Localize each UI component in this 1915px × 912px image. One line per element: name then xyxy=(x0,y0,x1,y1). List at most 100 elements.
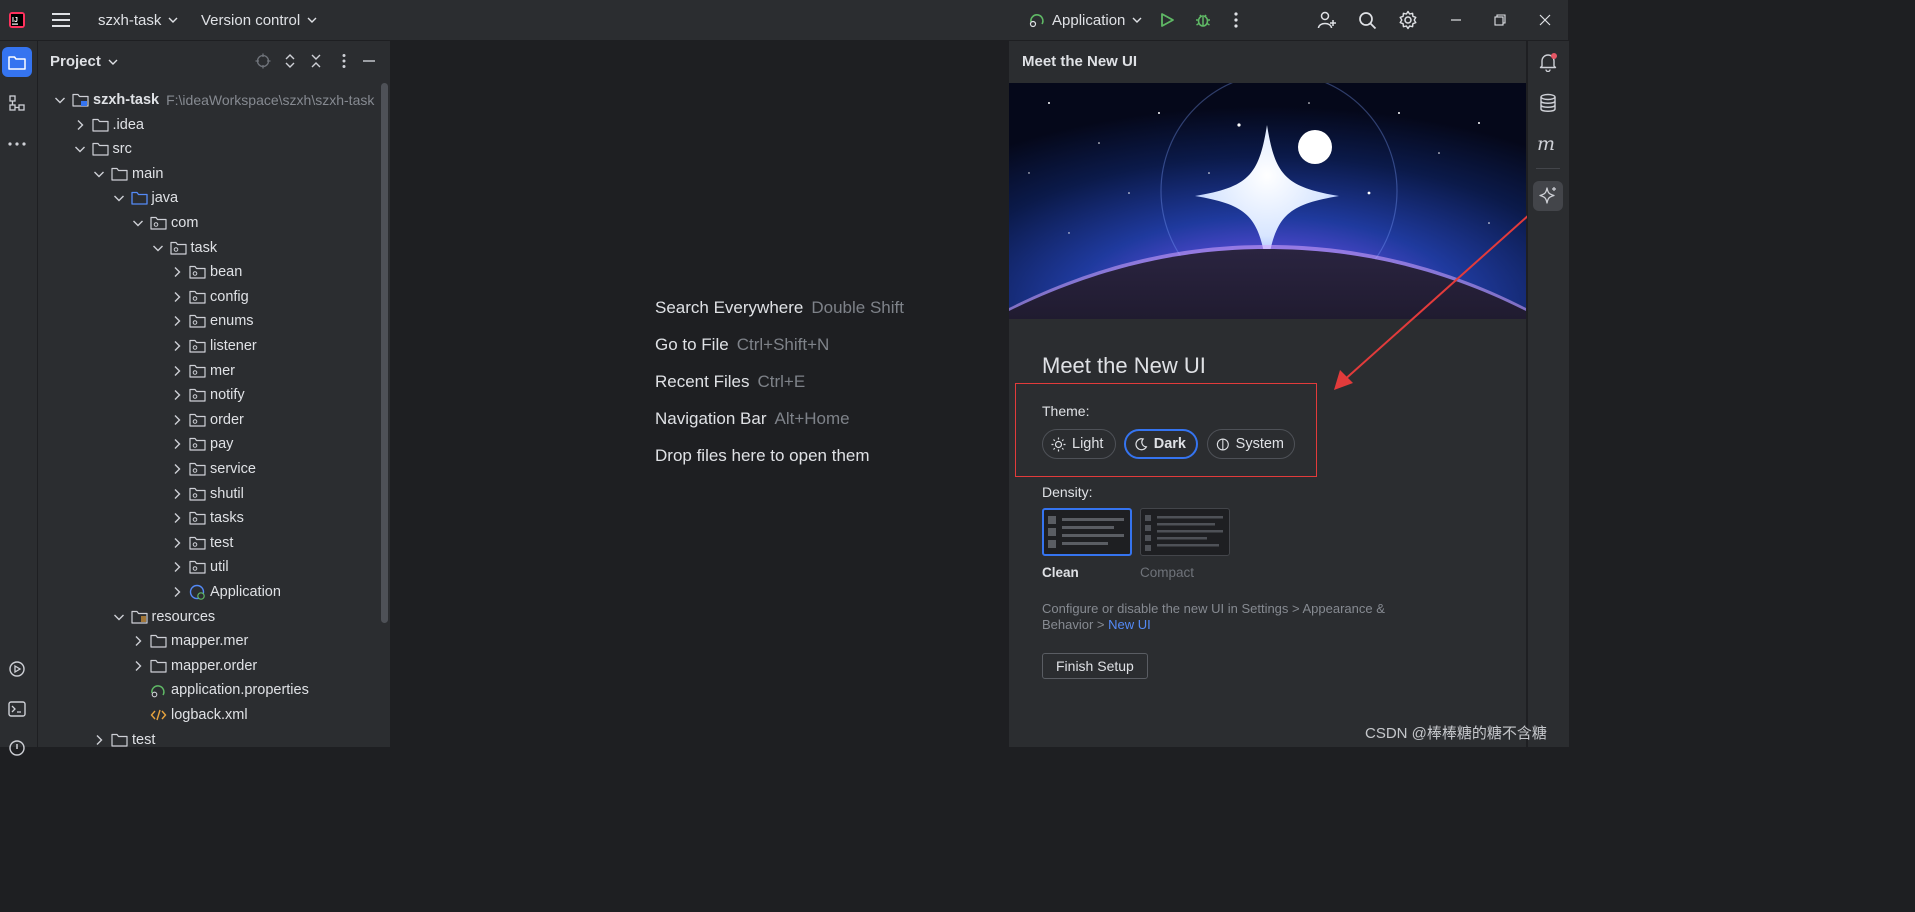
tree-row-shutil[interactable]: shutil xyxy=(38,482,390,506)
close-window-button[interactable] xyxy=(1539,0,1551,40)
run-config-selector[interactable]: Application xyxy=(1028,0,1142,40)
problems-tool-window-button[interactable] xyxy=(2,733,32,763)
tree-row-java[interactable]: java xyxy=(38,186,390,210)
tree-row-bean[interactable]: bean xyxy=(38,260,390,284)
chevron-right-icon[interactable] xyxy=(169,584,185,600)
project-switcher[interactable]: szxh-task xyxy=(98,0,178,40)
chevron-down-icon[interactable] xyxy=(130,215,146,231)
project-options-button[interactable] xyxy=(336,53,352,69)
tree-row-notify[interactable]: notify xyxy=(38,383,390,407)
settings-button[interactable] xyxy=(1398,0,1418,40)
chevron-right-icon[interactable] xyxy=(91,732,107,747)
hint-action[interactable]: Drop files here to open them xyxy=(655,446,870,465)
locate-file-button[interactable] xyxy=(255,53,271,69)
run-button[interactable] xyxy=(1159,0,1175,40)
chevron-right-icon[interactable] xyxy=(130,633,146,649)
chevron-right-icon[interactable] xyxy=(169,338,185,354)
meet-new-ui-tool-window-button[interactable] xyxy=(1533,181,1563,211)
tree-row-com[interactable]: com xyxy=(38,211,390,235)
project-view-selector[interactable]: Project xyxy=(50,53,118,70)
chevron-right-icon[interactable] xyxy=(169,559,185,575)
tree-row-mer[interactable]: mer xyxy=(38,359,390,383)
tree-row-resources[interactable]: resources xyxy=(38,605,390,629)
tree-row-test[interactable]: test xyxy=(38,531,390,555)
main-menu-button[interactable] xyxy=(52,0,70,40)
chevron-down-icon[interactable] xyxy=(111,609,127,625)
hint-action[interactable]: Recent Files xyxy=(655,372,749,391)
notifications-button[interactable] xyxy=(1533,47,1563,77)
tree-row-szxh-task[interactable]: szxh-task F:\ideaWorkspace\szxh\szxh-task xyxy=(38,88,390,112)
more-actions-button[interactable] xyxy=(1234,0,1238,40)
density-compact-option[interactable] xyxy=(1140,508,1230,556)
chevron-down-icon[interactable] xyxy=(111,190,127,206)
database-tool-window-button[interactable] xyxy=(1533,88,1563,118)
more-tool-windows-button[interactable] xyxy=(2,129,32,159)
tree-row-order[interactable]: order xyxy=(38,408,390,432)
new-ui-settings-link[interactable]: New UI xyxy=(1108,617,1151,632)
minimize-window-button[interactable] xyxy=(1450,0,1462,40)
chevron-down-icon[interactable] xyxy=(91,166,107,182)
search-everywhere-button[interactable] xyxy=(1358,0,1377,40)
chevron-right-icon[interactable] xyxy=(169,412,185,428)
chevron-down-icon[interactable] xyxy=(150,240,166,256)
chevron-right-icon[interactable] xyxy=(169,313,185,329)
chevron-right-icon[interactable] xyxy=(130,658,146,674)
tree-row-mapper-order[interactable]: mapper.order xyxy=(38,654,390,678)
tree-row--idea[interactable]: .idea xyxy=(38,113,390,137)
run-icon xyxy=(1161,13,1174,27)
tree-row-main[interactable]: main xyxy=(38,162,390,186)
source-folder-icon xyxy=(130,190,149,206)
chevron-right-icon[interactable] xyxy=(169,264,185,280)
resources-folder-icon xyxy=(130,609,149,625)
version-control-menu[interactable]: Version control xyxy=(201,0,317,40)
tree-row-application[interactable]: Application xyxy=(38,580,390,604)
hint-action[interactable]: Navigation Bar xyxy=(655,409,767,428)
chevron-right-icon[interactable] xyxy=(72,117,88,133)
services-tool-window-button[interactable] xyxy=(2,654,32,684)
tree-item-label: tasks xyxy=(210,510,244,527)
project-tree-scrollbar[interactable] xyxy=(381,83,388,623)
tree-row-application-properties[interactable]: application.properties xyxy=(38,678,390,702)
density-clean-option[interactable] xyxy=(1042,508,1132,556)
chevron-right-icon[interactable] xyxy=(169,387,185,403)
chevron-right-icon[interactable] xyxy=(169,289,185,305)
tree-row-tasks[interactable]: tasks xyxy=(38,506,390,530)
maven-tool-window-button[interactable]: m xyxy=(1533,129,1563,159)
tree-row-mapper-mer[interactable]: mapper.mer xyxy=(38,629,390,653)
csdn-watermark: CSDN @棒棒糖的糖不含糖 xyxy=(1365,725,1547,742)
expand-all-button[interactable] xyxy=(282,53,298,69)
tree-row-enums[interactable]: enums xyxy=(38,309,390,333)
chevron-right-icon[interactable] xyxy=(169,436,185,452)
hint-action[interactable]: Search Everywhere xyxy=(655,298,803,317)
chevron-right-icon[interactable] xyxy=(169,535,185,551)
chevron-down-icon[interactable] xyxy=(52,92,68,108)
chevron-down-icon[interactable] xyxy=(72,141,88,157)
tree-row-src[interactable]: src xyxy=(38,137,390,161)
restore-window-button[interactable] xyxy=(1494,0,1506,40)
finish-setup-button[interactable]: Finish Setup xyxy=(1042,653,1148,679)
tree-row-test[interactable]: test xyxy=(38,728,390,747)
tree-row-service[interactable]: service xyxy=(38,457,390,481)
tree-row-task[interactable]: task xyxy=(38,236,390,260)
structure-tool-window-button[interactable] xyxy=(2,88,32,118)
hide-panel-button[interactable] xyxy=(361,53,377,69)
debug-button[interactable] xyxy=(1194,0,1212,40)
terminal-tool-window-button[interactable] xyxy=(2,694,32,724)
add-user-icon xyxy=(1317,11,1336,29)
chevron-right-icon[interactable] xyxy=(169,510,185,526)
tree-item-label: test xyxy=(132,731,156,747)
debug-bug-icon xyxy=(1196,14,1210,27)
tree-row-util[interactable]: util xyxy=(38,555,390,579)
tree-row-pay[interactable]: pay xyxy=(38,432,390,456)
hint-action[interactable]: Go to File xyxy=(655,335,729,354)
tree-row-logback-xml[interactable]: logback.xml xyxy=(38,703,390,727)
intellij-logo-icon[interactable]: IJ xyxy=(8,0,26,40)
chevron-right-icon[interactable] xyxy=(169,486,185,502)
project-tool-window-button[interactable] xyxy=(2,47,32,77)
tree-row-listener[interactable]: listener xyxy=(38,334,390,358)
code-with-me-button[interactable] xyxy=(1317,0,1337,40)
tree-row-config[interactable]: config xyxy=(38,285,390,309)
chevron-right-icon[interactable] xyxy=(169,461,185,477)
chevron-right-icon[interactable] xyxy=(169,363,185,379)
collapse-all-button[interactable] xyxy=(308,53,324,69)
